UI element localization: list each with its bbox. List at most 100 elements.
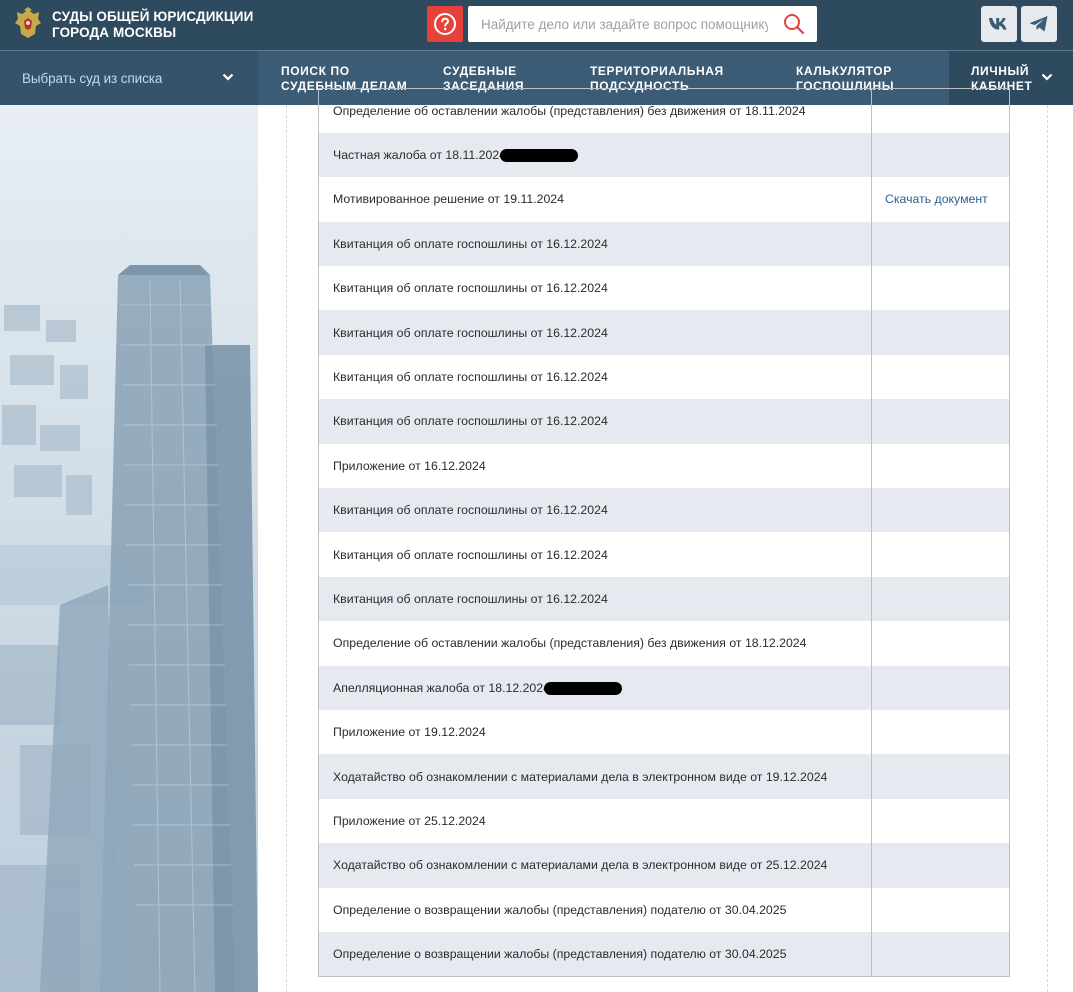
document-name-cell: Квитанция об оплате госпошлины от 16.12.… (318, 221, 872, 267)
document-action-cell (871, 132, 1010, 178)
document-action-cell (871, 488, 1010, 533)
document-action-cell (871, 843, 1010, 888)
telegram-button[interactable] (1021, 6, 1057, 42)
document-name: Ходатайство об ознакомлении с материалам… (333, 769, 828, 784)
document-row: Квитанция об оплате госпошлины от 16.12.… (318, 266, 1010, 311)
content-border-left (286, 105, 287, 992)
document-row: Квитанция об оплате госпошлины от 16.12.… (318, 532, 1010, 577)
document-name-cell: Квитанция об оплате госпошлины от 16.12.… (318, 532, 872, 577)
court-select-label: Выбрать суд из списка (22, 70, 163, 86)
search-box (468, 6, 817, 42)
site-header: СУДЫ ОБЩЕЙ ЮРИСДИКЦИИ ГОРОДА МОСКВЫ (0, 0, 1073, 50)
site-logo-text[interactable]: СУДЫ ОБЩЕЙ ЮРИСДИКЦИИ ГОРОДА МОСКВЫ (52, 9, 253, 41)
document-name-cell: Квитанция об оплате госпошлины от 16.12.… (318, 576, 872, 622)
document-name: Частная жалоба от 18.11.2024 (333, 147, 507, 162)
document-row: Ходатайство об ознакомлении с материалам… (318, 754, 1010, 799)
document-row: Квитанция об оплате госпошлины от 16.12.… (318, 221, 1010, 267)
document-name-cell: Ходатайство об ознакомлении с материалам… (318, 843, 872, 888)
document-row: Ходатайство об ознакомлении с материалам… (318, 843, 1010, 888)
document-name-cell: Квитанция об оплате госпошлины от 16.12.… (318, 310, 872, 355)
document-row: Апелляционная жалоба от 18.12.2024 (318, 665, 1010, 710)
document-row: Приложение от 19.12.2024 (318, 709, 1010, 755)
document-action-cell (872, 444, 1010, 488)
search-icon[interactable] (783, 13, 805, 35)
document-name-cell: Определение о возвращении жалобы (предст… (318, 931, 872, 977)
document-name: Квитанция об оплате госпошлины от 16.12.… (333, 414, 608, 429)
document-row: Частная жалоба от 18.11.2024 (318, 132, 1010, 178)
document-name-cell: Апелляционная жалоба от 18.12.2024 (318, 665, 872, 710)
document-name-cell: Определение об оставлении жалобы (предст… (318, 621, 872, 666)
document-name: Апелляционная жалоба от 18.12.2024 (333, 680, 550, 695)
document-name: Мотивированное решение от 19.11.2024 (333, 192, 564, 207)
document-name: Определение о возвращении жалобы (предст… (333, 902, 787, 917)
document-action-cell (872, 621, 1010, 665)
document-action-cell (872, 355, 1010, 399)
vk-button[interactable] (981, 6, 1017, 42)
document-action-cell: Скачать документ (872, 177, 1010, 221)
document-row: Квитанция об оплате госпошлины от 16.12.… (318, 576, 1010, 622)
document-action-cell (871, 221, 1010, 267)
document-action-cell (872, 266, 1010, 310)
nav-label-line-1: ТЕРРИТОРИАЛЬНАЯ (590, 64, 724, 78)
document-row: Квитанция об оплате госпошлины от 16.12.… (318, 488, 1010, 533)
document-row: Квитанция об оплате госпошлины от 16.12.… (318, 354, 1010, 400)
document-name: Квитанция об оплате госпошлины от 16.12.… (333, 503, 608, 518)
document-name-cell: Квитанция об оплате госпошлины от 16.12.… (318, 354, 872, 400)
document-name-cell: Квитанция об оплате госпошлины от 16.12.… (318, 266, 872, 311)
document-action-cell (871, 576, 1010, 622)
document-row: Мотивированное решение от 19.11.2024 Скач… (318, 177, 1010, 222)
document-name-cell: Определение о возвращении жалобы (предст… (318, 887, 872, 932)
document-action-cell (872, 710, 1010, 754)
city-background-image (0, 105, 258, 992)
document-action-cell (872, 89, 1010, 133)
document-name-cell: Определение об оставлении жалобы (предст… (318, 88, 872, 133)
document-name: Приложение от 19.12.2024 (333, 725, 486, 740)
question-circle-icon (434, 13, 456, 35)
logo-line-1: СУДЫ ОБЩЕЙ ЮРИСДИКЦИИ (52, 9, 254, 24)
document-name: Квитанция об оплате госпошлины от 16.12.… (333, 236, 608, 251)
document-name: Квитанция об оплате госпошлины от 16.12.… (333, 281, 608, 296)
document-row: Определение об оставлении жалобы (предст… (318, 88, 1010, 133)
document-name: Ходатайство об ознакомлении с материалам… (333, 858, 828, 873)
document-action-cell (871, 665, 1010, 710)
document-name-cell: Приложение от 16.12.2024 (318, 443, 872, 489)
coat-of-arms-icon[interactable] (13, 7, 43, 41)
download-document-link[interactable]: Скачать документ (885, 192, 988, 206)
document-name: Определение об оставлении жалобы (предст… (333, 103, 806, 118)
document-name-cell: Квитанция об оплате госпошлины от 16.12.… (318, 488, 872, 533)
chevron-down-icon (222, 73, 234, 81)
nav-label-line-1: СУДЕБНЫЕ (443, 64, 517, 78)
nav-label-line-1: КАЛЬКУЛЯТОР (796, 64, 892, 78)
document-action-cell (871, 754, 1010, 799)
court-select-dropdown[interactable]: Выбрать суд из списка (0, 51, 258, 105)
document-name: Приложение от 25.12.2024 (333, 813, 486, 828)
document-row: Приложение от 25.12.2024 (318, 798, 1010, 844)
document-name-cell: Квитанция об оплате госпошлины от 16.12.… (318, 399, 872, 444)
document-name: Определение о возвращении жалобы (предст… (333, 946, 787, 961)
document-name-cell: Приложение от 25.12.2024 (318, 798, 872, 844)
document-name-cell: Мотивированное решение от 19.11.2024 (318, 177, 872, 222)
document-name: Приложение от 16.12.2024 (333, 458, 486, 473)
case-documents-section: Определение об оставлении жалобы (предст… (258, 88, 1073, 992)
help-button[interactable] (427, 6, 463, 42)
document-row: Приложение от 16.12.2024 (318, 443, 1010, 489)
document-action-cell (871, 399, 1010, 444)
content-border-right (1047, 105, 1048, 992)
document-name-cell: Приложение от 19.12.2024 (318, 709, 872, 755)
chevron-down-icon (1041, 73, 1053, 81)
document-name: Квитанция об оплате госпошлины от 16.12.… (333, 325, 608, 340)
document-row: Квитанция об оплате госпошлины от 16.12.… (318, 310, 1010, 355)
search-input[interactable] (468, 6, 768, 42)
document-name: Квитанция об оплате госпошлины от 16.12.… (333, 591, 608, 606)
document-name: Квитанция об оплате госпошлины от 16.12.… (333, 370, 608, 385)
documents-table: Определение об оставлении жалобы (предст… (318, 88, 1010, 977)
document-action-cell (871, 310, 1010, 355)
redaction-mark (543, 681, 622, 695)
document-action-cell (872, 888, 1010, 932)
document-action-cell (872, 799, 1010, 843)
nav-label-line-1: ПОИСК ПО (281, 64, 350, 78)
telegram-icon (1030, 16, 1048, 32)
document-action-cell (871, 931, 1010, 977)
document-name-cell: Частная жалоба от 18.11.2024 (318, 132, 872, 178)
document-name: Квитанция об оплате госпошлины от 16.12.… (333, 547, 608, 562)
